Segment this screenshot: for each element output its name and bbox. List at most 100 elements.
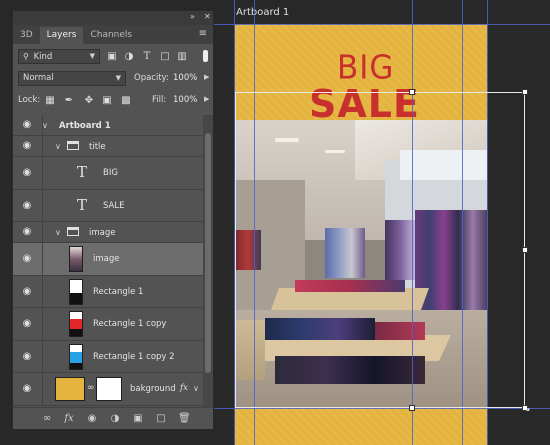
chevron-down-icon[interactable]: ∨ (42, 121, 48, 130)
fill-label: Fill: (152, 95, 167, 105)
eye-icon[interactable]: ◉ (19, 286, 35, 297)
layer-row-background[interactable]: ◉ ∞ bakground fx ∨ (13, 373, 203, 406)
add-mask-icon[interactable]: ◉ (86, 413, 98, 425)
opacity-label: Opacity: (134, 73, 169, 83)
blend-mode-value: Normal (23, 73, 54, 83)
filter-toggle-icon[interactable] (203, 50, 208, 62)
tab-layers[interactable]: Layers (39, 27, 84, 44)
transform-handle[interactable] (409, 405, 415, 411)
eye-icon[interactable]: ◉ (19, 200, 35, 211)
blend-row: Normal ▼ Opacity: 100% ▶ (13, 68, 213, 90)
text-tool-icon: T (77, 163, 88, 181)
search-icon: ⚲ (23, 52, 29, 61)
layer-name: Rectangle 1 copy (93, 319, 167, 329)
layers-panel: » ✕ 3D Layers Channels ≡ ⚲ Kind ▼ ▣ ◑ T … (12, 10, 214, 430)
layer-row-title-group[interactable]: ◉ ∨ title (13, 136, 203, 157)
layer-name: image (93, 254, 120, 264)
fill-value[interactable]: 100% (173, 95, 197, 105)
eye-icon[interactable]: ◉ (19, 168, 35, 178)
filter-row: ⚲ Kind ▼ ▣ ◑ T □ ▥ (13, 46, 213, 68)
lock-all-icon[interactable]: ▩ (120, 95, 132, 107)
collapse-panel-icon[interactable]: » (190, 12, 195, 21)
transform-bounding-box[interactable] (235, 92, 525, 408)
layer-row-artboard[interactable]: ◉ ∨ Artboard 1 (13, 115, 203, 136)
panel-menu-icon[interactable]: ≡ (199, 28, 207, 39)
lock-image-icon[interactable]: ✒ (63, 95, 75, 107)
fill-thumbnail (55, 377, 85, 401)
layers-scrollbar[interactable] (203, 115, 213, 408)
eye-icon[interactable]: ◉ (19, 141, 35, 151)
layer-name: Artboard 1 (59, 121, 111, 131)
lock-artboard-icon[interactable]: ▣ (101, 95, 113, 107)
tab-3d[interactable]: 3D (13, 27, 40, 44)
eye-icon[interactable]: ◉ (19, 384, 35, 394)
layer-row-image-group[interactable]: ◉ ∨ image (13, 222, 203, 243)
layer-name: Rectangle 1 (93, 286, 144, 297)
layer-row-rectangle-1-copy-2[interactable]: ◉ Rectangle 1 copy 2 (13, 340, 203, 373)
layer-row-rectangle-1[interactable]: ◉ Rectangle 1 (13, 275, 203, 308)
link-icon[interactable]: ∞ (87, 383, 95, 393)
new-group-icon[interactable]: ▣ (132, 413, 144, 425)
folder-icon (67, 141, 79, 150)
shape-thumbnail (69, 311, 83, 337)
layer-name: title (89, 142, 106, 152)
lock-row: Lock: ▦ ✒ ✥ ▣ ▩ Fill: 100% ▶ (13, 90, 213, 112)
layer-name: BIG (103, 168, 118, 178)
transform-handle[interactable] (522, 89, 528, 95)
layer-thumbnail (69, 246, 83, 272)
trash-icon[interactable]: 🗑 (178, 413, 191, 425)
filter-shape-icon[interactable]: □ (159, 51, 171, 63)
chevron-down-icon: ▼ (89, 52, 95, 60)
filter-kind-dropdown[interactable]: ⚲ Kind ▼ (18, 49, 100, 64)
panel-topbar[interactable]: » ✕ (13, 11, 213, 25)
lock-position-icon[interactable]: ✥ (83, 95, 95, 107)
lock-transparent-icon[interactable]: ▦ (44, 95, 56, 107)
layer-name: image (89, 228, 116, 238)
fill-chevron-icon[interactable]: ▶ (204, 95, 209, 103)
text-tool-icon: T (77, 195, 88, 214)
folder-icon (67, 227, 79, 236)
chevron-down-icon[interactable]: ∨ (55, 142, 61, 151)
filter-smart-object-icon[interactable]: ▥ (176, 51, 188, 63)
shape-thumbnail (69, 343, 83, 370)
eye-icon[interactable]: ◉ (19, 227, 35, 237)
layer-name: Rectangle 1 copy 2 (93, 351, 175, 362)
layer-name: bakground (130, 384, 176, 394)
transform-handle[interactable] (409, 89, 415, 95)
rotate-cursor-icon: ↘ (523, 404, 531, 414)
transform-handle[interactable] (522, 247, 528, 253)
blend-mode-dropdown[interactable]: Normal ▼ (18, 71, 126, 86)
panel-bottom-toolbar: ∞ fx ◉ ◑ ▣ □ 🗑 (13, 407, 213, 429)
chevron-down-icon[interactable]: ∨ (55, 228, 61, 237)
layer-row-rectangle-1-copy[interactable]: ◉ Rectangle 1 copy (13, 308, 203, 341)
eye-icon[interactable]: ◉ (19, 120, 35, 130)
filter-type-icon[interactable]: T (141, 51, 153, 63)
panel-tabs: 3D Layers Channels ≡ (13, 25, 213, 44)
filter-pixel-icon[interactable]: ▣ (106, 51, 118, 63)
lock-label: Lock: (18, 95, 41, 105)
chevron-down-icon[interactable]: ∨ (193, 384, 199, 393)
chevron-down-icon: ▼ (115, 74, 121, 82)
layer-row-big-text[interactable]: ◉ T BIG (13, 157, 203, 190)
fx-icon[interactable]: fx (180, 383, 188, 393)
opacity-chevron-icon[interactable]: ▶ (204, 73, 209, 81)
artboard-label[interactable]: Artboard 1 (236, 7, 289, 18)
layers-list: ◉ ∨ Artboard 1 ◉ ∨ title ◉ T BIG ◉ T SAL… (13, 115, 203, 408)
filter-kind-label: Kind (33, 52, 53, 62)
eye-icon[interactable]: ◉ (19, 351, 35, 362)
tab-channels[interactable]: Channels (83, 27, 139, 44)
new-layer-icon[interactable]: □ (155, 413, 167, 425)
link-layers-icon[interactable]: ∞ (41, 413, 53, 425)
adjustment-layer-icon[interactable]: ◑ (109, 413, 121, 425)
mask-thumbnail (96, 377, 122, 401)
fx-icon[interactable]: fx (63, 413, 75, 425)
close-panel-icon[interactable]: ✕ (204, 12, 211, 21)
layer-name: SALE (103, 200, 125, 211)
filter-adjustment-icon[interactable]: ◑ (123, 51, 135, 63)
eye-icon[interactable]: ◉ (19, 319, 35, 329)
eye-icon[interactable]: ◉ (19, 254, 35, 264)
scrollbar-thumb[interactable] (205, 133, 211, 373)
layer-row-image[interactable]: ◉ image (13, 243, 203, 276)
layer-row-sale-text[interactable]: ◉ T SALE (13, 189, 203, 222)
opacity-value[interactable]: 100% (173, 73, 197, 83)
